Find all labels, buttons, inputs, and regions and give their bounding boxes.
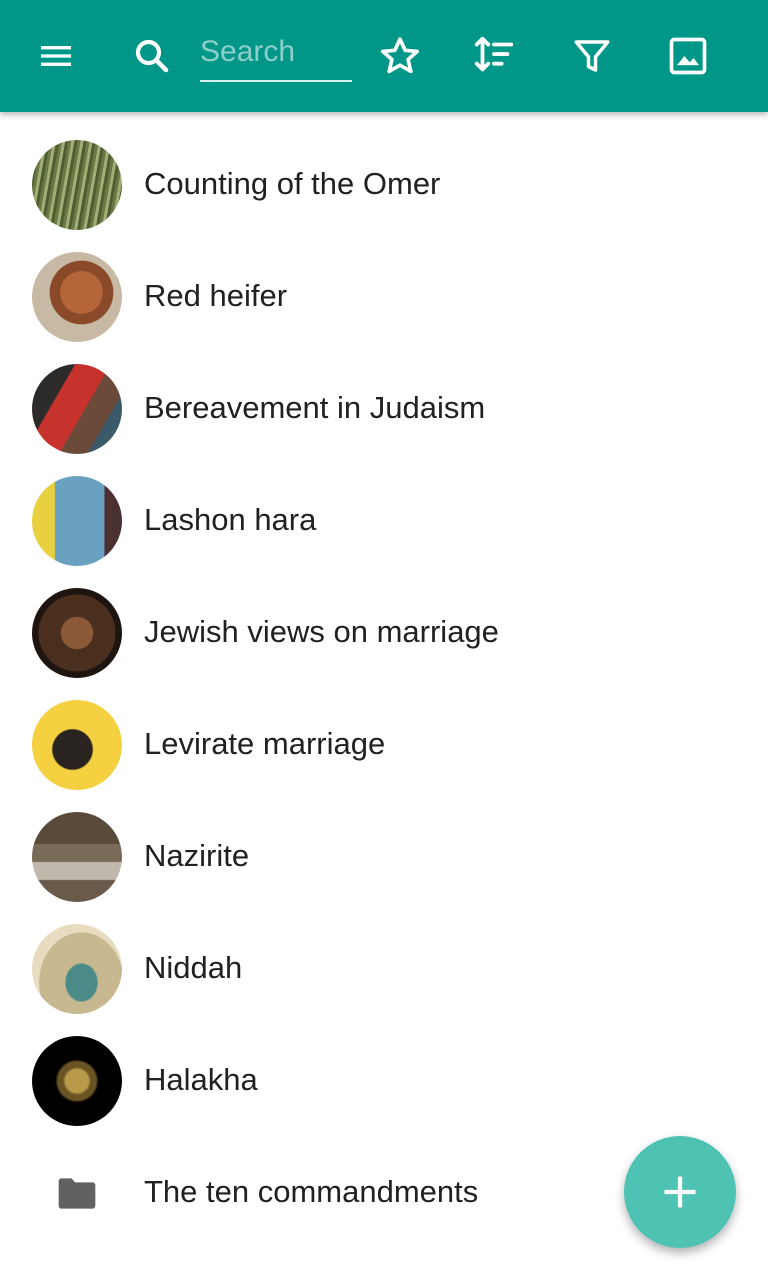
star-outline-icon [380, 37, 420, 74]
list-item-label: The ten commandments [144, 1174, 479, 1209]
filter-icon [574, 40, 610, 72]
search-input[interactable] [200, 24, 352, 80]
add-button[interactable] [624, 1136, 736, 1248]
menu-button[interactable] [24, 24, 88, 88]
article-thumbnail [32, 924, 122, 1014]
favorites-button[interactable] [368, 24, 432, 88]
list-item-label: Jewish views on marriage [144, 614, 499, 649]
sort-button[interactable] [462, 24, 526, 88]
list-item[interactable]: Niddah [0, 912, 768, 1024]
search-button[interactable] [120, 24, 184, 88]
list-item[interactable]: Red heifer [0, 240, 768, 352]
filter-button[interactable] [560, 24, 624, 88]
article-thumbnail [32, 252, 122, 342]
folder-thumbnail [32, 1148, 122, 1238]
search-icon [135, 39, 169, 73]
menu-icon [41, 46, 71, 66]
list-item-label: Levirate marriage [144, 726, 386, 761]
list-item-label: Nazirite [144, 838, 250, 873]
list-item-label: Niddah [144, 950, 243, 985]
list-item[interactable]: Counting of the Omer [0, 128, 768, 240]
article-thumbnail [32, 476, 122, 566]
image-toggle-button[interactable] [656, 24, 720, 88]
article-thumbnail [32, 588, 122, 678]
list-item-label: Counting of the Omer [144, 166, 441, 201]
article-thumbnail [32, 812, 122, 902]
image-icon [669, 37, 707, 75]
list-item-label: Red heifer [144, 278, 288, 313]
list-item[interactable]: Bereavement in Judaism [0, 352, 768, 464]
list-item-label: Halakha [144, 1062, 258, 1097]
article-list: Counting of the Omer Red heifer Bereavem… [0, 128, 768, 1248]
app-bar [0, 0, 768, 112]
list-item[interactable]: Levirate marriage [0, 688, 768, 800]
list-item[interactable]: Nazirite [0, 800, 768, 912]
plus-icon [664, 1176, 696, 1208]
article-thumbnail [32, 140, 122, 230]
sort-icon [474, 36, 514, 72]
search-field[interactable] [200, 24, 352, 82]
article-thumbnail [32, 1036, 122, 1126]
list-item[interactable]: Lashon hara [0, 464, 768, 576]
list-item-label: Bereavement in Judaism [144, 390, 486, 425]
list-item[interactable]: Halakha [0, 1024, 768, 1136]
folder-icon [58, 1178, 96, 1209]
article-thumbnail [32, 700, 122, 790]
list-item[interactable]: Jewish views on marriage [0, 576, 768, 688]
list-item-label: Lashon hara [144, 502, 317, 537]
article-thumbnail [32, 364, 122, 454]
